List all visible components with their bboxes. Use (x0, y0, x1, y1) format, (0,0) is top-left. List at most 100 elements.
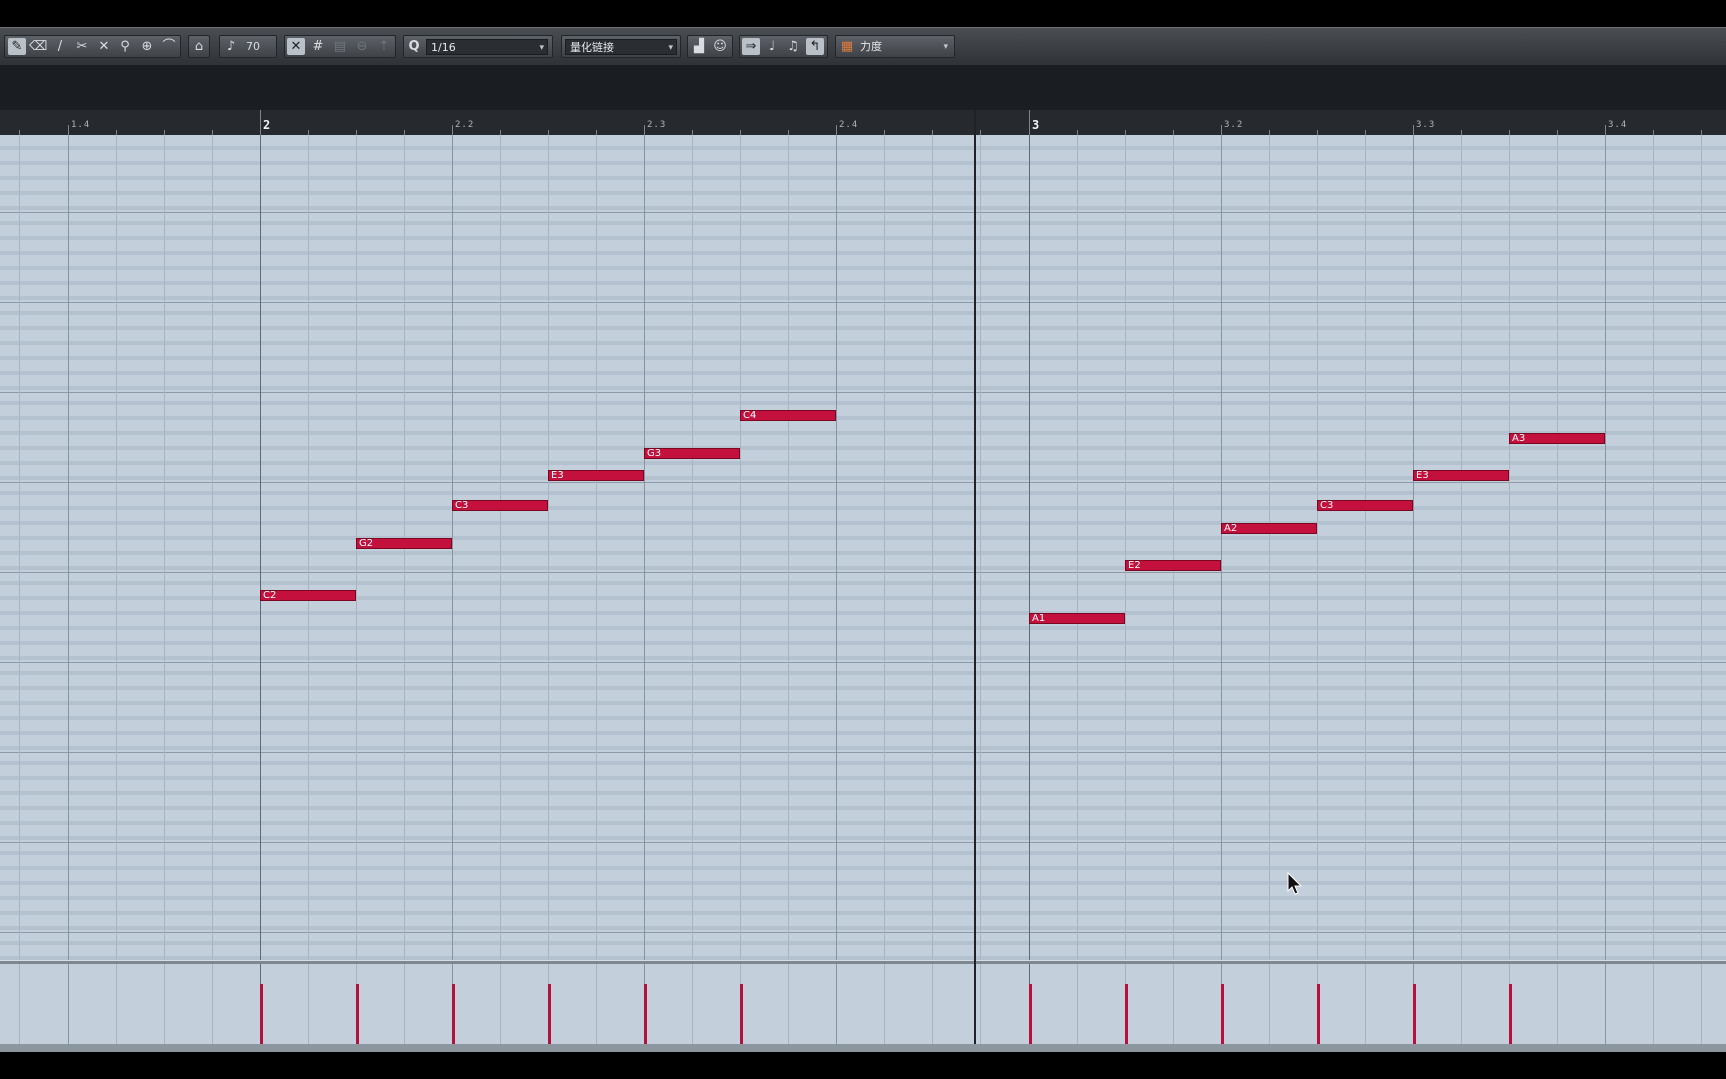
quantize-select[interactable]: 1/16 (426, 39, 548, 56)
controller-lane-select[interactable]: 力度 (856, 39, 951, 55)
bar-line (1029, 135, 1030, 960)
velocity-bar[interactable] (1413, 984, 1416, 1044)
ruler-tick (452, 125, 453, 135)
velocity-bar[interactable] (548, 984, 551, 1044)
snap-toggle-icon[interactable]: ✕ (287, 38, 305, 55)
note-icon[interactable]: ♩ (763, 38, 781, 55)
note-up-icon[interactable]: ↰ (806, 38, 824, 55)
ruler-label: 3.3 (1416, 120, 1436, 130)
note-expression-icon[interactable]: ⇡ (375, 38, 393, 55)
horizontal-scrollbar[interactable] (0, 1044, 1726, 1052)
sixteenth-line (1125, 135, 1126, 960)
midi-note[interactable]: G3 (644, 448, 740, 459)
playhead-cursor[interactable] (974, 110, 976, 1045)
velocity-bar[interactable] (1509, 984, 1512, 1044)
ruler-tick (68, 125, 69, 135)
info-line (0, 65, 1726, 110)
transform-arrow-icon[interactable]: ⇒ (742, 38, 760, 55)
sixteenth-line (1173, 135, 1174, 960)
line-icon[interactable]: ⌒ (160, 38, 178, 55)
color-scheme-icon[interactable]: ☺ (711, 38, 729, 55)
pencil-icon[interactable]: ✎ (8, 38, 26, 55)
beat-line (644, 135, 645, 960)
velocity-bar[interactable] (452, 984, 455, 1044)
auto-scroll-group: ⌂ (188, 35, 210, 58)
brush-icon[interactable]: / (51, 38, 69, 55)
sixteenth-line (692, 135, 693, 960)
eraser-icon[interactable]: ⌫ (29, 38, 47, 55)
ruler-label: 2 (263, 118, 271, 132)
midi-note[interactable]: C2 (260, 590, 356, 601)
velocity-bar[interactable] (1125, 984, 1128, 1044)
velocity-bar[interactable] (1317, 984, 1320, 1044)
sixteenth-line (212, 135, 213, 960)
beat-line (452, 135, 453, 960)
step-input-icon[interactable]: ▤ (331, 38, 349, 55)
sixteenth-line (1317, 135, 1318, 960)
transform-group: ⇒ ♩ ♫ ↰ (739, 35, 828, 58)
midi-note[interactable]: A2 (1221, 523, 1317, 534)
insert-velocity-icon[interactable]: ♪ (222, 38, 240, 55)
midi-note[interactable]: C4 (740, 410, 836, 421)
sixteenth-line (596, 964, 597, 1044)
midi-note[interactable]: G2 (356, 538, 452, 549)
midi-note[interactable]: C3 (452, 500, 548, 511)
midi-note[interactable]: A3 (1509, 433, 1605, 444)
sixteenth-line (1509, 135, 1510, 960)
glue-icon[interactable]: ⚲ (116, 38, 134, 55)
velocity-bar[interactable] (260, 984, 263, 1044)
midi-note[interactable]: C3 (1317, 500, 1413, 511)
note-grid[interactable]: C2 G2 C3 E3 G3 C4 A1 E2 A2 C3 E3 A3 (0, 135, 1726, 960)
note-down-icon[interactable]: ♫ (784, 38, 802, 55)
velocity-bar[interactable] (1221, 984, 1224, 1044)
midi-note[interactable]: A1 (1029, 613, 1125, 624)
sixteenth-line (164, 964, 165, 1044)
midi-note[interactable]: E3 (1413, 470, 1509, 481)
beat-line (836, 135, 837, 960)
sixteenth-line (1365, 964, 1366, 1044)
sixteenth-line (1653, 964, 1654, 1044)
octave-line (0, 842, 1726, 843)
zoom-icon[interactable]: ⊕ (138, 38, 156, 55)
sixteenth-line (1557, 964, 1558, 1044)
midi-note[interactable]: E3 (548, 470, 644, 481)
time-ruler[interactable]: 1.4 2 2.2 2.3 2.4 3 3.2 3.3 3.4 (0, 110, 1726, 136)
velocity-lane[interactable] (0, 964, 1726, 1044)
midi-input-icon[interactable]: ⊖ (353, 38, 371, 55)
sixteenth-line (596, 135, 597, 960)
auto-scroll-icon[interactable]: ⌂ (190, 38, 208, 55)
color-group: ▟ ☺ (687, 35, 733, 58)
sixteenth-line (1365, 135, 1366, 960)
sixteenth-line (116, 964, 117, 1044)
ruler-label: 1.4 (71, 120, 91, 130)
velocity-value[interactable]: 70 (242, 39, 275, 55)
midi-note[interactable]: E2 (1125, 560, 1221, 571)
sixteenth-line (932, 964, 933, 1044)
mute-icon[interactable]: ✕ (95, 38, 113, 55)
ruler-label: 2.4 (839, 120, 859, 130)
quantize-label[interactable]: Q (405, 38, 423, 55)
grid-icon[interactable]: # (309, 38, 327, 55)
velocity-bar[interactable] (1029, 984, 1032, 1044)
sixteenth-line (1077, 135, 1078, 960)
quantize-link-select[interactable]: 量化链接 (565, 39, 677, 56)
levels-icon[interactable]: ▟ (690, 38, 708, 55)
octave-line (0, 932, 1726, 933)
ruler-tick (644, 125, 645, 135)
ruler-label: 3.4 (1608, 120, 1628, 130)
tool-group: ✎ ⌫ / ✂ ✕ ⚲ ⊕ ⌒ (4, 35, 181, 58)
sixteenth-line (404, 964, 405, 1044)
velocity-bar[interactable] (740, 984, 743, 1044)
sixteenth-line (500, 135, 501, 960)
beat-line (68, 135, 69, 960)
ruler-tick (1605, 125, 1606, 135)
split-icon[interactable]: ✂ (73, 38, 91, 55)
sixteenth-line (164, 135, 165, 960)
ruler-label: 2.2 (455, 120, 475, 130)
velocity-bar[interactable] (356, 984, 359, 1044)
octave-line (0, 302, 1726, 303)
quantize-link-group: 量化链接 (561, 35, 681, 58)
sixteenth-line (548, 135, 549, 960)
ruler-label: 3.2 (1224, 120, 1244, 130)
velocity-bar[interactable] (644, 984, 647, 1044)
